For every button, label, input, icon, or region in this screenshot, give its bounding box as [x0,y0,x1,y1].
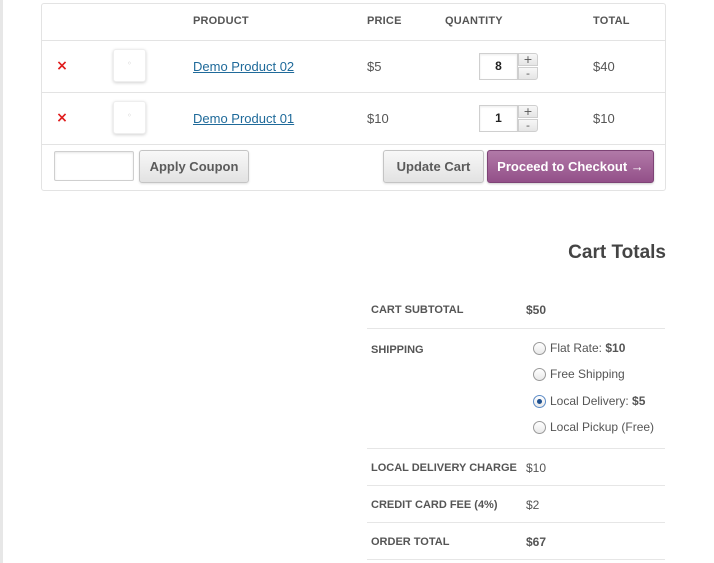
subtotal-label: CART SUBTOTAL [371,304,464,316]
radio-button[interactable] [533,342,546,355]
item-price: $5 [367,59,382,74]
radio-button-selected[interactable] [533,395,546,408]
shipping-option-price: $5 [632,394,646,408]
credit-card-fee-label: CREDIT CARD FEE (4%) [371,499,498,511]
local-delivery-charge-value: $10 [526,461,547,475]
shipping-option-label: Local Delivery: [550,394,633,408]
shipping-option-label: Free Shipping [550,367,625,381]
order-total-row: ORDER TOTAL $67 [367,522,665,560]
shipping-option-price: $10 [605,341,626,355]
shipping-option-label: Local Pickup (Free) [550,420,655,434]
item-price: $10 [367,111,389,126]
local-delivery-charge-label: LOCAL DELIVERY CHARGE [371,462,517,474]
remove-icon[interactable]: × [55,111,69,125]
shipping-label: SHIPPING [371,344,424,356]
cart-totals-title: Cart Totals [568,242,666,263]
radio-button[interactable] [533,421,546,434]
quantity-input[interactable]: 8 [479,53,518,80]
product-link[interactable]: Demo Product 01 [193,111,294,126]
quantity-increase-button[interactable]: + [518,53,538,66]
subtotal-value: $50 [526,303,547,317]
quantity-stepper: 1 + - [479,105,538,132]
quantity-stepper: 8 + - [479,53,538,80]
quantity-decrease-button[interactable]: - [518,119,538,132]
cart-item-row: × ◦ Demo Product 02 $5 8 + - $40 [42,41,665,93]
header-quantity: QUANTITY [445,15,503,27]
cart-actions: Apply Coupon Update Cart Proceed to Chec… [42,145,665,191]
item-total: $10 [593,111,615,126]
local-delivery-charge-row: LOCAL DELIVERY CHARGE $10 [367,448,665,485]
update-cart-button[interactable]: Update Cart [383,150,484,183]
cart-item-row: × ◦ Demo Product 01 $10 1 + - $10 [42,93,665,145]
shipping-option-label: Flat Rate: [550,341,606,355]
cart-totals-table: CART SUBTOTAL $50 SHIPPING LOCAL DELIVER… [367,290,665,560]
quantity-decrease-button[interactable]: - [518,67,538,80]
credit-card-fee-value: $2 [526,498,540,512]
credit-card-fee-row: CREDIT CARD FEE (4%) $2 [367,485,665,522]
placeholder-image-icon: ◦ [127,59,132,68]
coupon-code-input[interactable] [54,151,134,181]
apply-coupon-button[interactable]: Apply Coupon [139,150,249,183]
proceed-to-checkout-button[interactable]: Proceed to Checkout → [487,150,654,183]
placeholder-image-icon: ◦ [127,111,132,120]
page-edge [0,0,3,563]
header-product: PRODUCT [193,15,249,27]
cart-table-header: PRODUCT PRICE QUANTITY TOTAL [42,4,665,41]
product-thumbnail[interactable]: ◦ [113,101,146,134]
product-link[interactable]: Demo Product 02 [193,59,294,74]
cart-table: PRODUCT PRICE QUANTITY TOTAL × ◦ Demo Pr… [41,3,666,191]
remove-icon[interactable]: × [55,59,69,73]
product-thumbnail[interactable]: ◦ [113,49,146,82]
header-total: TOTAL [593,15,630,27]
item-total: $40 [593,59,615,74]
order-total-value: $67 [526,535,547,549]
order-total-label: ORDER TOTAL [371,536,450,548]
quantity-increase-button[interactable]: + [518,105,538,118]
subtotal-row: CART SUBTOTAL $50 [367,290,665,328]
quantity-input[interactable]: 1 [479,105,518,132]
radio-dot-icon [537,399,542,404]
header-price: PRICE [367,15,402,27]
radio-button[interactable] [533,368,546,381]
